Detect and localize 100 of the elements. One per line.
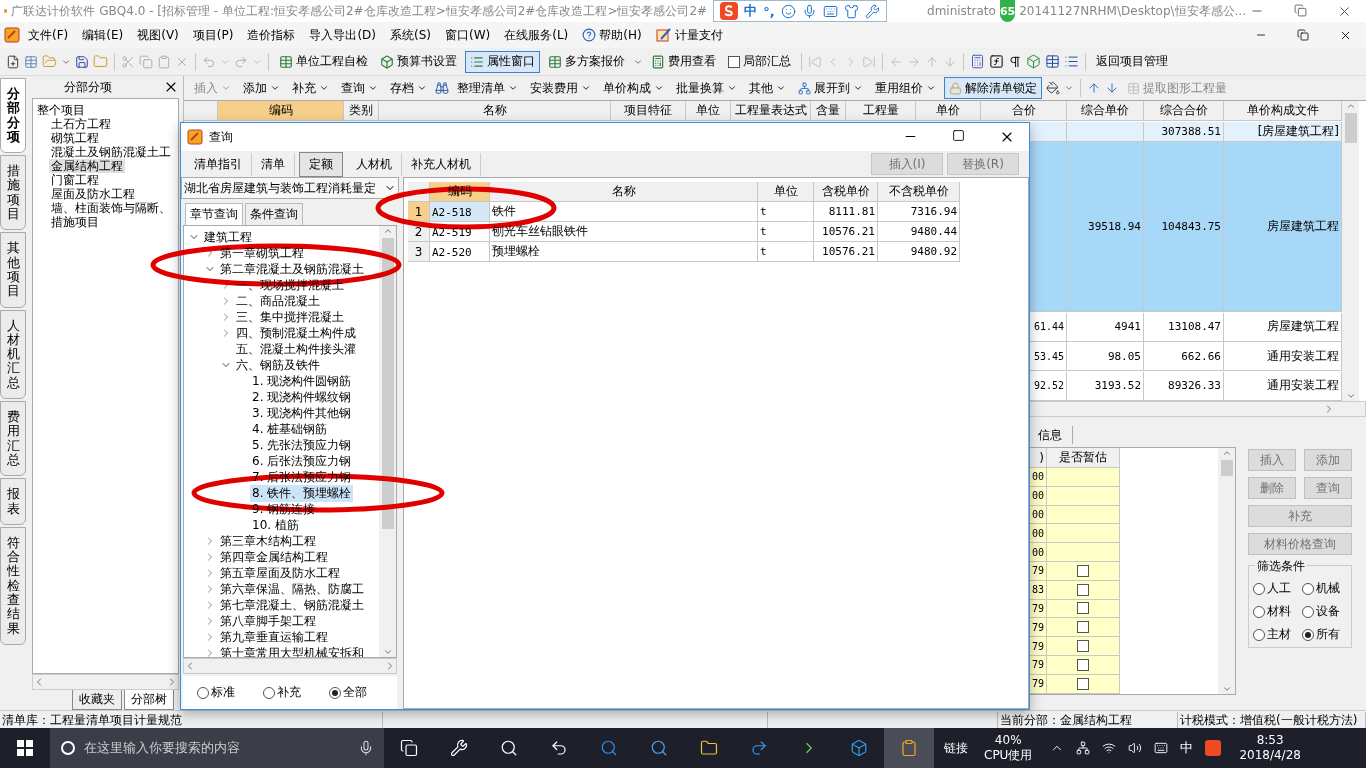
tree-item[interactable]: 4. 桩基础钢筋: [250, 420, 330, 438]
tree-item[interactable]: 墙、柱面装饰与隔断、: [49, 201, 173, 215]
search-icon[interactable]: [500, 739, 518, 757]
column-header[interactable]: 项目特征: [611, 101, 686, 121]
toolbar-button[interactable]: 存档: [386, 77, 431, 99]
bottom-tab[interactable]: 收藏夹: [72, 690, 122, 710]
toolbar-button[interactable]: 属性窗口: [465, 50, 540, 73]
scroll-down-icon[interactable]: [1221, 684, 1232, 694]
tree-item[interactable]: 第一章砌筑工程: [218, 244, 306, 262]
column-header[interactable]: 单位: [758, 182, 814, 202]
toolbar-button[interactable]: 解除清单锁定: [944, 77, 1042, 99]
filter-radio[interactable]: 全部: [329, 684, 367, 701]
scroll-thumb[interactable]: [1220, 460, 1233, 476]
tree-item[interactable]: 第七章混凝土、钢筋混凝土: [218, 596, 366, 614]
side-tab[interactable]: 报表: [0, 478, 26, 525]
caret-icon[interactable]: [1064, 83, 1074, 93]
toolbar-button[interactable]: 查询: [337, 77, 382, 99]
tree-item[interactable]: 土石方工程: [49, 117, 113, 131]
paint-bucket-icon[interactable]: [1046, 81, 1060, 95]
radio-dot[interactable]: [1302, 628, 1314, 641]
link-label[interactable]: 链接: [944, 739, 968, 757]
vertical-scrollbar[interactable]: [379, 226, 396, 657]
estimate-checkbox[interactable]: [1077, 677, 1089, 690]
radio-dot[interactable]: [263, 686, 275, 699]
dialog-tab[interactable]: 人材机: [347, 152, 402, 176]
filter-radio[interactable]: 机械: [1302, 580, 1347, 597]
cube-icon[interactable]: [1026, 54, 1041, 69]
sogou-logo-icon[interactable]: [1205, 740, 1222, 756]
filter-radio[interactable]: 人工: [1253, 580, 1298, 597]
toolbar-button[interactable]: 预算书设置: [376, 50, 461, 73]
search-icon[interactable]: [650, 739, 668, 757]
toolbar-button[interactable]: 费用查看: [647, 50, 720, 73]
radio-dot[interactable]: [1253, 582, 1265, 595]
filter-radio[interactable]: 主材: [1253, 626, 1298, 643]
radio-dot[interactable]: [1253, 605, 1265, 618]
menu-item[interactable]: 帮助(H): [576, 24, 648, 46]
ime-mode[interactable]: 中: [744, 2, 758, 20]
filter-radio[interactable]: 材料: [1253, 603, 1298, 620]
tree-item[interactable]: 第四章金属结构工程: [218, 548, 330, 566]
wifi-icon[interactable]: [1102, 741, 1117, 755]
tree-item[interactable]: 2. 现浇构件螺纹钢: [250, 388, 354, 406]
tree-item[interactable]: 六、钢筋及铁件: [234, 356, 322, 374]
scroll-down-icon[interactable]: [382, 647, 393, 657]
partial-summary-checkbox[interactable]: 局部汇总: [724, 50, 795, 73]
windows-logo-icon[interactable]: [17, 740, 33, 756]
toolbar-button[interactable]: 其他: [745, 77, 790, 99]
scroll-up-icon[interactable]: [382, 226, 393, 236]
radio-dot[interactable]: [329, 686, 341, 699]
side-tab[interactable]: 符合性检查结果: [0, 526, 26, 645]
dialog-tab[interactable]: 定额: [299, 151, 343, 177]
menu-item[interactable]: 导入导出(D): [303, 24, 382, 46]
ime-toolbar[interactable]: 中 °,: [713, 0, 887, 22]
estimate-checkbox[interactable]: [1077, 621, 1089, 634]
toolbar-button[interactable]: 补充: [288, 77, 333, 99]
task-view-icon[interactable]: [400, 739, 418, 757]
menu-item[interactable]: 系统(S): [384, 24, 437, 46]
tree-item[interactable]: 第五章屋面及防水工程: [218, 564, 342, 582]
radio-dot[interactable]: [1302, 582, 1314, 595]
menu-item[interactable]: 文件(F): [22, 24, 75, 46]
toolbar-button[interactable]: 添加: [239, 77, 284, 99]
menu-item[interactable]: 在线服务(L): [498, 24, 575, 46]
tree-item[interactable]: 第六章保温、隔热、防腐工: [218, 580, 366, 598]
column-header[interactable]: 类别: [344, 101, 379, 121]
column-header[interactable]: 编码: [218, 101, 344, 121]
toolbar-button[interactable]: 多方案报价: [544, 50, 629, 73]
cube-icon[interactable]: [850, 739, 868, 757]
radio-dot[interactable]: [1253, 628, 1265, 641]
new-file-icon[interactable]: [6, 54, 20, 69]
tree-item[interactable]: 砌筑工程: [49, 131, 101, 145]
function-icon[interactable]: [989, 54, 1004, 69]
tree-icon[interactable]: [798, 81, 811, 95]
filter-radio[interactable]: 设备: [1302, 603, 1347, 620]
microphone-icon[interactable]: [801, 3, 817, 19]
column-header[interactable]: 单价: [916, 101, 981, 121]
estimate-checkbox[interactable]: [1077, 583, 1089, 596]
info-tab[interactable]: 信息: [1036, 426, 1073, 444]
restore-icon[interactable]: [1297, 28, 1309, 41]
tree-item[interactable]: 5. 先张法预应力钢: [250, 436, 354, 454]
side-tab[interactable]: 其他项目: [0, 232, 26, 308]
ime-indicator[interactable]: 中: [1180, 739, 1194, 757]
scroll-up-icon[interactable]: [1221, 448, 1232, 458]
keyboard-icon[interactable]: [1154, 741, 1169, 755]
column-header[interactable]: 单价构成文件: [1224, 101, 1342, 121]
toolbar-button[interactable]: 单价构成: [599, 77, 668, 99]
library-select[interactable]: 湖北省房屋建筑与装饰工程消耗量定: [181, 177, 399, 199]
tree-item[interactable]: 金属结构工程: [49, 159, 125, 173]
column-header[interactable]: 单位: [686, 101, 731, 121]
filter-radio[interactable]: 补充: [263, 684, 301, 701]
binoculars-icon[interactable]: [435, 81, 449, 95]
menu-item[interactable]: 窗口(W): [439, 24, 497, 46]
search-tab[interactable]: 条件查询: [245, 203, 303, 225]
toolbar-button[interactable]: 单位工程自检: [275, 50, 372, 73]
tree-item[interactable]: 6. 后张法预应力钢: [250, 452, 354, 470]
maximize-icon[interactable]: [952, 129, 965, 142]
tree-item[interactable]: 第九章垂直运输工程: [218, 628, 330, 646]
estimate-checkbox[interactable]: [1077, 564, 1089, 577]
column-header[interactable]: 综合单价: [1067, 101, 1144, 121]
column-header[interactable]: 综合合价: [1144, 101, 1224, 121]
tree-item[interactable]: 第八章脚手架工程: [218, 612, 318, 630]
side-tab[interactable]: 人材机汇总: [0, 309, 26, 400]
